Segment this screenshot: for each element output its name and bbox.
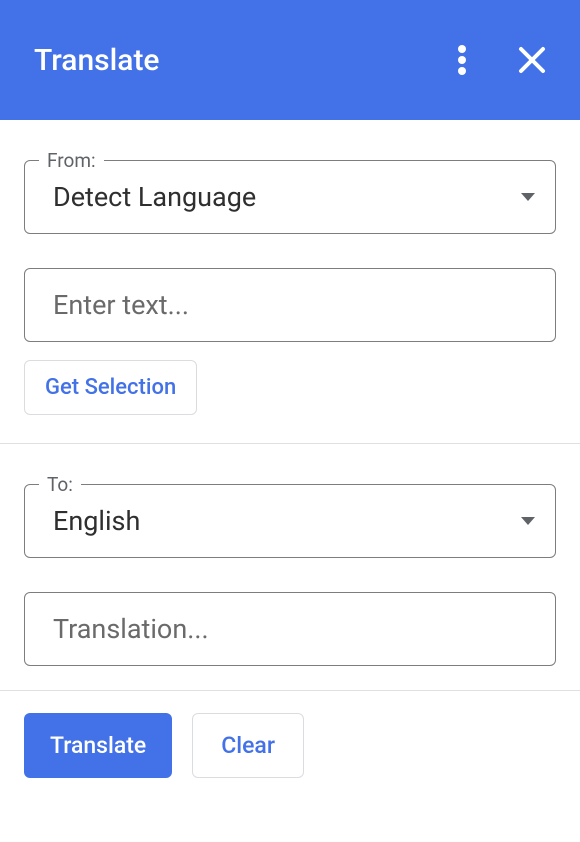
footer-actions: Translate Clear [0, 691, 580, 800]
translation-output[interactable] [53, 613, 527, 645]
page-title: Translate [34, 43, 160, 78]
chevron-down-icon [521, 193, 535, 201]
clear-button[interactable]: Clear [192, 713, 304, 778]
to-language-select[interactable]: English [25, 485, 555, 557]
from-language-fieldset: From: Detect Language [24, 160, 556, 234]
more-options-button[interactable] [442, 40, 482, 80]
source-text-input[interactable] [53, 289, 527, 321]
more-vertical-icon [457, 45, 467, 75]
close-icon [518, 46, 546, 74]
header-actions [442, 40, 552, 80]
translate-button[interactable]: Translate [24, 713, 172, 778]
from-section: From: Detect Language Get Selection [0, 120, 580, 415]
to-language-fieldset: To: English [24, 484, 556, 558]
to-section: To: English [0, 444, 580, 666]
close-button[interactable] [512, 40, 552, 80]
chevron-down-icon [521, 517, 535, 525]
from-label: From: [39, 149, 104, 172]
header: Translate [0, 0, 580, 120]
get-selection-button[interactable]: Get Selection [24, 360, 197, 415]
source-text-box [24, 268, 556, 342]
to-language-value: English [53, 505, 140, 537]
to-label: To: [39, 473, 81, 496]
from-language-select[interactable]: Detect Language [25, 161, 555, 233]
translation-text-box [24, 592, 556, 666]
from-language-value: Detect Language [53, 181, 256, 213]
